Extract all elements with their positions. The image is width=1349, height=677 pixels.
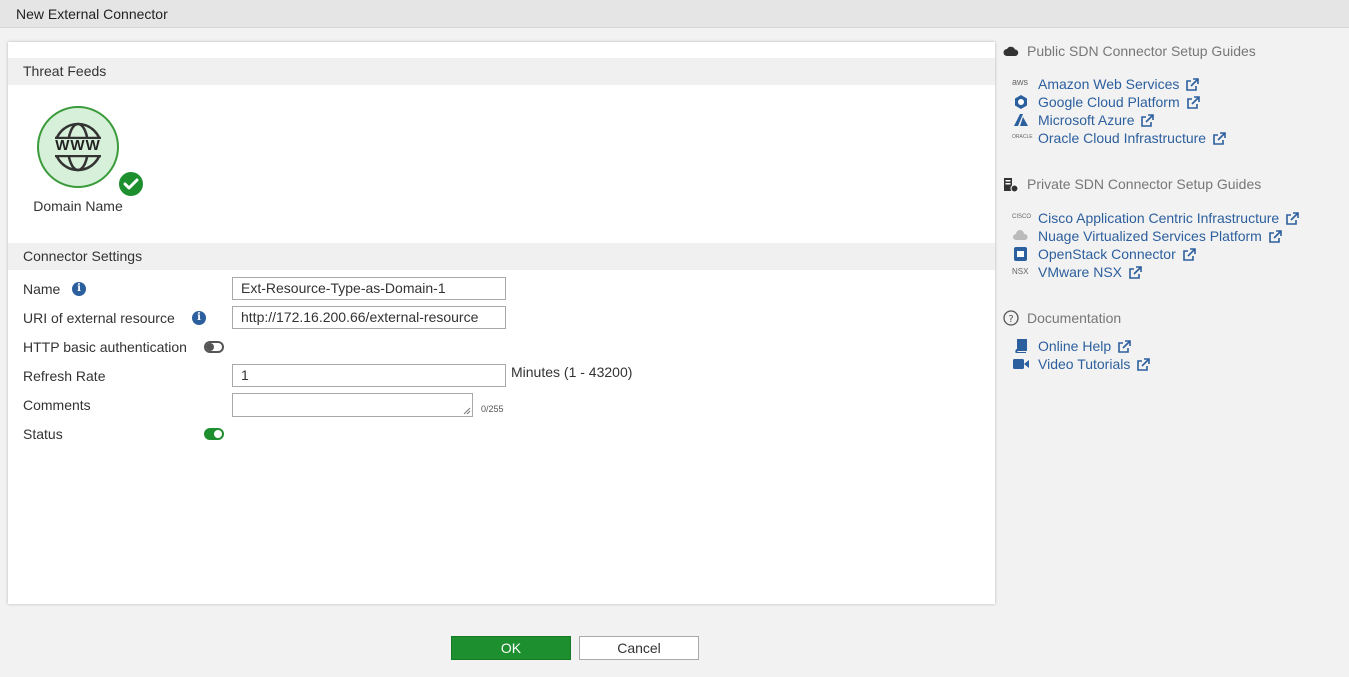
external-link-icon: [1137, 358, 1151, 372]
refresh-rate-label: Refresh Rate: [23, 368, 106, 384]
name-label: Name: [23, 281, 61, 297]
aws-icon: aws: [1012, 77, 1029, 87]
question-circle-icon: ?: [1003, 310, 1019, 326]
uri-label: URI of external resource: [23, 310, 175, 326]
server-lock-icon: [1004, 178, 1019, 193]
link-video-tutorials[interactable]: Video Tutorials: [1038, 356, 1151, 372]
name-info-icon[interactable]: i: [72, 282, 86, 296]
external-link-icon: [1186, 78, 1200, 92]
uri-info-icon[interactable]: i: [192, 311, 206, 325]
selected-check-icon: [117, 170, 145, 198]
name-input[interactable]: Ext-Resource-Type-as-Domain-1: [232, 277, 506, 300]
connector-settings-heading: Connector Settings: [8, 243, 995, 270]
status-toggle[interactable]: [204, 428, 224, 440]
refresh-rate-unit: Minutes (1 - 43200): [511, 364, 633, 380]
private-sdn-heading: Private SDN Connector Setup Guides: [1027, 176, 1262, 192]
www-text: WWW: [55, 137, 101, 154]
link-oracle-cloud-infrastructure[interactable]: Oracle Cloud Infrastructure: [1038, 130, 1226, 146]
comments-counter: 0/255: [481, 404, 504, 414]
link-google-cloud-platform[interactable]: Google Cloud Platform: [1038, 94, 1200, 110]
threat-feeds-heading: Threat Feeds: [8, 58, 995, 85]
dialog-titlebar: New External Connector: [0, 0, 1349, 28]
external-link-icon: [1269, 230, 1282, 244]
external-link-icon: [1141, 114, 1155, 128]
link-openstack-connector[interactable]: OpenStack Connector: [1038, 246, 1196, 262]
http-auth-label: HTTP basic authentication: [23, 339, 187, 355]
gcp-icon: [1015, 95, 1027, 109]
nsx-icon: NSX: [1012, 267, 1029, 276]
comments-label: Comments: [23, 397, 91, 413]
link-microsoft-azure[interactable]: Microsoft Azure: [1038, 112, 1155, 128]
main-panel: Threat Feeds WWW Domain Name Connector S…: [8, 42, 995, 604]
ok-button[interactable]: OK: [451, 636, 571, 660]
status-label: Status: [23, 426, 63, 442]
external-link-icon: [1186, 96, 1200, 110]
link-vmware-nsx[interactable]: VMware NSX: [1038, 264, 1142, 280]
cloud-icon: [1003, 46, 1019, 56]
globe-circle: WWW: [37, 106, 119, 188]
openstack-icon: [1014, 247, 1027, 261]
external-link-icon: [1286, 212, 1300, 226]
comments-textarea[interactable]: [232, 393, 473, 417]
azure-icon: [1014, 114, 1028, 126]
link-nuage-vsp[interactable]: Nuage Virtualized Services Platform: [1038, 228, 1282, 244]
documentation-heading: Documentation: [1027, 310, 1122, 326]
external-link-icon: [1118, 340, 1131, 354]
resize-handle-icon[interactable]: [463, 407, 471, 415]
link-amazon-web-services[interactable]: Amazon Web Services: [1038, 76, 1200, 92]
video-camera-icon: [1013, 359, 1029, 369]
uri-input[interactable]: http://172.16.200.66/external-resource: [232, 306, 506, 329]
external-link-icon: [1213, 132, 1226, 146]
domain-name-label: Domain Name: [33, 198, 123, 214]
svg-text:?: ?: [1008, 314, 1013, 325]
dialog-title: New External Connector: [16, 6, 168, 22]
external-link-icon: [1182, 248, 1196, 262]
http-auth-toggle[interactable]: [204, 341, 224, 353]
nuage-icon: [1013, 230, 1028, 240]
cancel-button[interactable]: Cancel: [579, 636, 699, 660]
refresh-rate-input[interactable]: 1: [232, 364, 506, 387]
link-online-help[interactable]: Online Help: [1038, 338, 1131, 354]
cisco-icon: CISCO: [1012, 214, 1032, 220]
link-cisco-aci[interactable]: Cisco Application Centric Infrastructure: [1038, 210, 1300, 226]
public-sdn-heading: Public SDN Connector Setup Guides: [1027, 43, 1256, 59]
book-icon: [1015, 339, 1027, 353]
external-link-icon: [1129, 266, 1142, 280]
oracle-icon: ORACLE: [1012, 134, 1033, 140]
